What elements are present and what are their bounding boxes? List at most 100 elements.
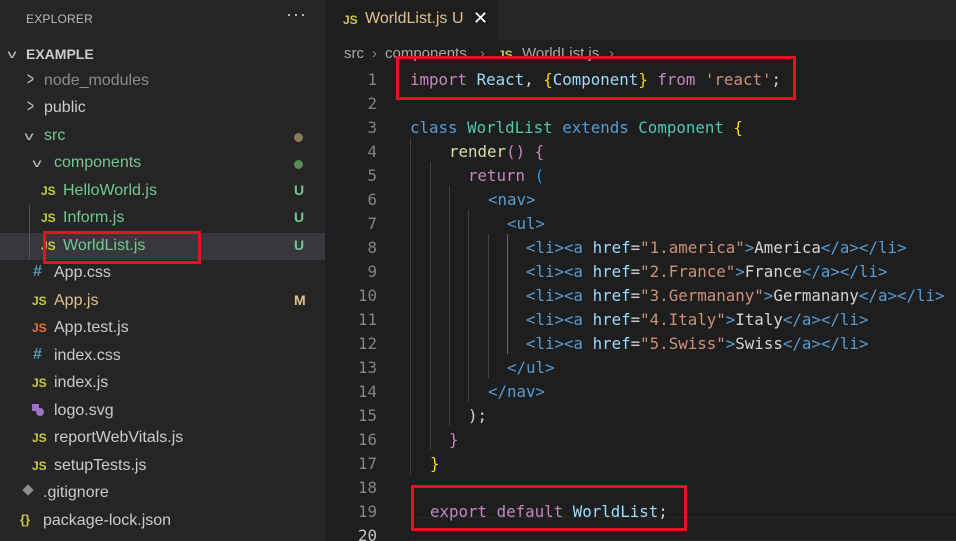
tab-worldlist-js[interactable]: JS WorldList.js U ✕ [325, 0, 497, 40]
annotation-highlight-export [411, 485, 687, 531]
tree-item-label: reportWebVitals.js [54, 429, 184, 446]
code-text: <ul> [507, 214, 546, 233]
code-line-16: 16 } [325, 428, 956, 452]
code-line-8: 8 <li><a href="1.america">America</a></l… [325, 236, 956, 260]
js-file-icon: JS [32, 294, 47, 308]
test-js-file-icon: JS [32, 321, 47, 335]
code-line-3: 3 class WorldList extends Component { [325, 116, 956, 140]
tree-item-label: node_modules [44, 72, 149, 89]
line-number: 13 [357, 358, 377, 377]
git-status-badge: U [294, 209, 305, 225]
chevron-right-icon: > [27, 68, 35, 90]
tree-item-components[interactable]: v components [0, 150, 325, 177]
code-line-14: 14 </nav> [325, 380, 956, 404]
code-line-11: 11 <li><a href="4.Italy">Italy</a></li> [325, 308, 956, 332]
line-number: 1 [367, 70, 377, 89]
annotation-highlight-worldlist [43, 231, 201, 264]
line-number: 16 [357, 430, 377, 449]
js-file-icon: JS [32, 376, 47, 390]
js-file-icon: JS [41, 184, 56, 198]
code-text: <li><a href="1.america">America</a></li> [526, 238, 907, 257]
tree-item-label: components [54, 154, 142, 171]
code-text: <nav> [488, 190, 536, 209]
code-line-4: 4 render() { [325, 140, 956, 164]
untracked-dot-icon [294, 160, 303, 169]
tree-item-inform-js[interactable]: JS Inform.js U [0, 205, 325, 232]
workspace-folder-example[interactable]: v EXAMPLE [0, 41, 325, 68]
explorer-header: EXPLORER ··· [0, 0, 325, 38]
tree-item-label: public [44, 99, 86, 116]
js-file-icon: JS [32, 431, 47, 445]
line-number: 12 [357, 334, 377, 353]
indent-guide [29, 205, 30, 259]
tree-item-label: App.test.js [54, 319, 129, 336]
line-number: 2 [367, 94, 377, 113]
git-status-badge: U [294, 237, 305, 253]
tree-item-reportwebvitals-js[interactable]: JS reportWebVitals.js [0, 425, 325, 452]
tree-item-app-test-js[interactable]: JS App.test.js [0, 315, 325, 342]
breadcrumb-src[interactable]: src [344, 45, 364, 62]
code-line-6: 6 <nav> [325, 188, 956, 212]
line-number: 15 [357, 406, 377, 425]
tree-item-package-lock-json[interactable]: {} package-lock.json [0, 508, 325, 535]
code-text: ); [468, 406, 488, 425]
js-file-icon: JS [32, 459, 47, 473]
code-editor[interactable]: 1 import React, {Component} from 'react'… [325, 66, 956, 541]
tree-item-label: src [44, 127, 66, 144]
code-text: <li><a href="4.Italy">Italy</a></li> [526, 310, 869, 329]
code-text: } [449, 430, 459, 449]
tree-item-gitignore[interactable]: .gitignore [0, 480, 325, 507]
tree-item-logo-svg[interactable]: logo.svg [0, 398, 325, 425]
json-file-icon: {} [20, 512, 31, 527]
code-line-15: 15 ); [325, 404, 956, 428]
code-line-12: 12 <li><a href="5.Swiss">Swiss</a></li> [325, 332, 956, 356]
explorer-title: EXPLORER [26, 12, 93, 26]
tree-item-setuptests-js[interactable]: JS setupTests.js [0, 453, 325, 480]
chevron-down-icon: v [32, 156, 42, 170]
tree-item-label: index.css [54, 347, 121, 364]
tab-bar: JS WorldList.js U ✕ [325, 0, 956, 40]
line-number: 14 [357, 382, 377, 401]
chevron-down-icon: v [7, 47, 17, 61]
tree-item-public[interactable]: > public [0, 95, 325, 122]
gitignore-icon [22, 483, 34, 499]
code-line-13: 13 </ul> [325, 356, 956, 380]
code-line-5: 5 return ( [325, 164, 956, 188]
tab-git-status: U [452, 10, 464, 27]
line-number: 18 [357, 478, 377, 497]
line-number: 4 [367, 142, 377, 161]
css-file-icon: # [33, 263, 42, 280]
git-status-badge: U [294, 182, 305, 198]
svg-file-icon [31, 403, 45, 420]
code-text: return ( [468, 166, 545, 185]
code-text: <li><a href="2.France">France</a></li> [526, 262, 888, 281]
tree-item-index-js[interactable]: JS index.js [0, 370, 325, 397]
tree-item-index-css[interactable]: # index.css [0, 343, 325, 370]
code-line-10: 10 <li><a href="3.Germanany">Germanany</… [325, 284, 956, 308]
line-number: 19 [357, 502, 377, 521]
close-icon[interactable]: ✕ [473, 8, 488, 29]
line-number: 17 [357, 454, 377, 473]
explorer-sidebar: EXPLORER ··· v EXAMPLE > node_modules > … [0, 0, 325, 541]
tree-item-label: package-lock.json [43, 512, 172, 529]
line-number: 3 [367, 118, 377, 137]
editor-area: JS WorldList.js U ✕ src › components › J… [325, 0, 956, 541]
chevron-down-icon: v [24, 129, 34, 143]
tree-item-app-css[interactable]: # App.css [0, 260, 325, 287]
workspace-label: EXAMPLE [26, 46, 94, 62]
line-number: 20 [357, 526, 377, 541]
code-text: </ul> [507, 358, 555, 377]
code-text: render() { [449, 142, 545, 161]
code-text: class WorldList extends Component { [410, 118, 743, 137]
tree-item-src[interactable]: v src [0, 123, 325, 150]
code-line-9: 9 <li><a href="2.France">France</a></li> [325, 260, 956, 284]
tree-item-helloworld-js[interactable]: JS HelloWorld.js U [0, 178, 325, 205]
tree-item-label: HelloWorld.js [63, 182, 157, 199]
line-number: 11 [357, 310, 377, 329]
tree-item-node-modules[interactable]: > node_modules [0, 68, 325, 95]
tree-item-label: App.js [54, 292, 99, 309]
tree-item-app-js[interactable]: JS App.js M [0, 288, 325, 315]
more-actions-icon[interactable]: ··· [286, 4, 307, 25]
code-line-17: 17 } [325, 452, 956, 476]
chevron-right-icon: > [27, 95, 35, 117]
